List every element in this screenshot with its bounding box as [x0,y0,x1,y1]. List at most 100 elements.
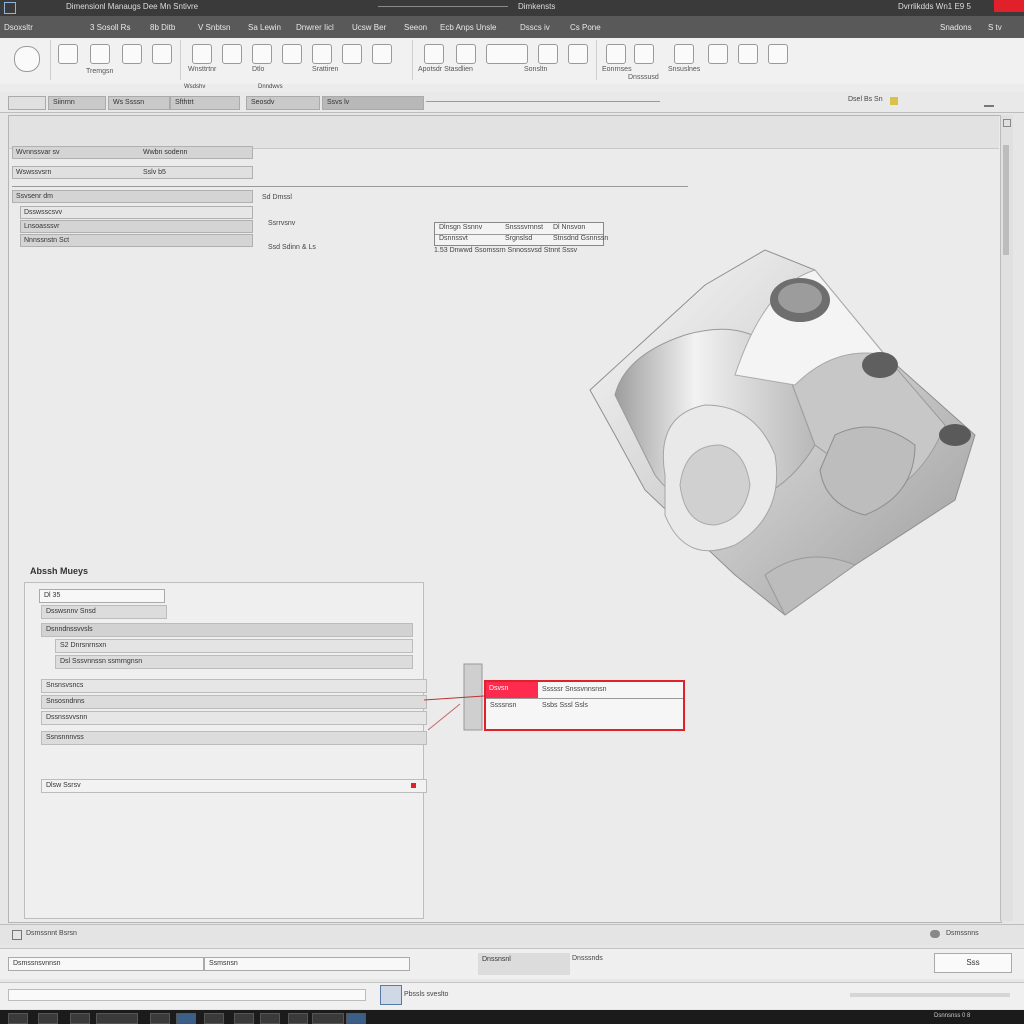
dimension-row[interactable]: Ssvsenr dm [12,190,253,203]
taskbar-app-icon[interactable] [288,1013,308,1024]
panel-row[interactable]: S2 Dnrsnrnsxn [55,639,413,653]
menu-item[interactable]: 8b Ditb [150,23,175,32]
ribbon-tool-icon[interactable] [312,44,332,64]
3d-part-model[interactable] [585,245,985,620]
tab-document[interactable]: Sfthtrt [170,96,240,110]
menu-item[interactable]: Dsscs iv [520,23,550,32]
close-icon[interactable] [994,0,1024,12]
ribbon-tool-icon[interactable] [152,44,172,64]
ribbon-group: Apotsdr Stasdlien Sonsltn [414,40,597,80]
callout-head-right: Sssssr Snssvnnsnsn [542,686,607,693]
ribbon-group-label: Srattiren [312,66,339,73]
tab-document[interactable]: Ws Ssssn [108,96,170,110]
ribbon-sub-label: Dnsssusd [628,74,659,81]
ribbon-tool-icon[interactable] [768,44,788,64]
command-right-button[interactable]: Sss [934,953,1012,973]
panel-row[interactable]: Dssnssvvsnn [41,711,427,725]
home-tool-icon[interactable] [14,46,40,72]
taskbar-app-icon[interactable] [38,1013,58,1024]
bottom-action-icon[interactable] [380,985,402,1005]
menu-item[interactable]: Snadons [940,23,972,32]
ribbon-tool-icon[interactable] [738,44,758,64]
command-bar: Dsmssnsvnnsn Ssmsnsn Dnssnsnl Dnsssnds S… [0,948,1024,979]
dimension-label: Ssvsenr dm [16,193,53,200]
ribbon-tool-icon[interactable] [708,44,728,64]
taskbar-app-icon[interactable] [234,1013,254,1024]
tab-document[interactable]: Seosdv [246,96,320,110]
ribbon-tool-icon[interactable] [222,44,242,64]
ribbon-tool-icon[interactable] [606,44,626,64]
taskbar-app-icon[interactable] [96,1013,138,1024]
ribbon-tool-icon[interactable] [342,44,362,64]
panel-row[interactable]: Dsl Sssvnnssn ssmrngnsn [55,655,413,669]
menu-item[interactable]: Dsoxsltr [4,23,33,32]
app-icon[interactable] [4,2,16,14]
tab-document[interactable]: Siinrnn [48,96,106,110]
ribbon-tool-icon[interactable] [424,44,444,64]
ribbon-tool-icon[interactable] [634,44,654,64]
command-input[interactable]: Dsmssnsvnnsn [8,957,204,971]
scrollbar-thumb[interactable] [1003,145,1009,255]
bottom-slider[interactable] [850,993,1010,997]
scroll-up-icon[interactable] [1003,119,1011,127]
ribbon-group-label: Wnsttrtnr [188,66,217,73]
tab-document[interactable]: Ssvs lv [322,96,424,110]
ribbon-tool-icon[interactable] [372,44,392,64]
menu-item[interactable]: Ucsw Ber [352,23,386,32]
table-cell: Srgnslsd [505,235,533,242]
panel-row[interactable]: Snsosndnns [41,695,427,709]
taskbar-app-icon[interactable] [260,1013,280,1024]
bottom-bar: Pbssls sveslto [0,982,1024,1009]
ribbon-group-label: Dtlo [252,66,265,73]
ribbon-tool-icon[interactable] [674,44,694,64]
part-hole [862,352,898,378]
command-input[interactable]: Ssmsnsn [204,957,410,971]
menu-item[interactable]: Sa Lewin [248,23,281,32]
start-icon[interactable] [8,1013,28,1024]
ribbon-tool-icon[interactable] [122,44,142,64]
ribbon-tool-icon[interactable] [456,44,476,64]
bottom-input[interactable] [8,989,366,1001]
panel-row[interactable]: Ssnsnnnvss [41,731,427,745]
tab-home[interactable] [8,96,46,110]
tree-row[interactable]: Dsswsscsvv [20,206,253,219]
dimension-row[interactable]: Wswssvsrn Sslv b5 [12,166,253,179]
taskbar-app-icon[interactable] [176,1013,196,1024]
taskbar-app-icon[interactable] [346,1013,366,1024]
ribbon-tool-icon[interactable] [58,44,78,64]
taskbar-app-icon[interactable] [150,1013,170,1024]
menu-item[interactable]: Ecb Anps Unsle [440,23,496,32]
vertical-scrollbar[interactable] [1000,115,1013,921]
menu-item[interactable]: V Snbtsn [198,23,230,32]
taskbar-app-icon[interactable] [204,1013,224,1024]
taskbar-app-icon[interactable] [70,1013,90,1024]
gear-icon[interactable] [930,930,940,938]
menu-item[interactable]: Seeon [404,23,427,32]
ribbon-tool-icon[interactable] [538,44,558,64]
taskbar-app-icon[interactable] [312,1013,344,1024]
ribbon-tool-icon[interactable] [282,44,302,64]
minimize-icon[interactable] [984,97,994,107]
menu-item[interactable]: S tv [988,23,1002,32]
section-divider [12,186,688,187]
menu-item[interactable]: 3 Sosoll Rs [90,23,130,32]
highlight-icon[interactable] [890,97,898,105]
panel-row[interactable]: Dsnndnssvvsls [41,623,413,637]
tree-row[interactable]: Nnnssnstn Sct [20,234,253,247]
panel-top-field[interactable]: Dl 35 [39,589,165,603]
menu-item[interactable]: Cs Pone [570,23,601,32]
dimension-row[interactable]: Wvnnssvar sv Wwbn sodenn [12,146,253,159]
menu-bar: Dsoxsltr 3 Sosoll Rs 8b Ditb V Snbtsn Sa… [0,16,1024,38]
panel-row[interactable]: Dsswsnnv Snsd [41,605,167,619]
tree-row[interactable]: Lnsoasssvr [20,220,253,233]
ribbon-tool-icon[interactable] [568,44,588,64]
ribbon-tool-icon[interactable] [252,44,272,64]
menu-item[interactable]: Dnwrer Iicl [296,23,334,32]
ribbon-tool-icon[interactable] [90,44,110,64]
dimension-callout[interactable]: Dsvsn Sssssr Snssvnnsnsn Ssssnsn Ssbs Ss… [484,680,685,731]
panel-row[interactable]: Snsnsvsncs [41,679,427,693]
tabstrip-right-label: Dsel Bs Sn [848,96,883,103]
panel-row[interactable]: Dlsw Ssrsv [41,779,427,793]
ribbon-tool-icon[interactable] [192,44,212,64]
ribbon-tool-icon[interactable] [486,44,528,64]
